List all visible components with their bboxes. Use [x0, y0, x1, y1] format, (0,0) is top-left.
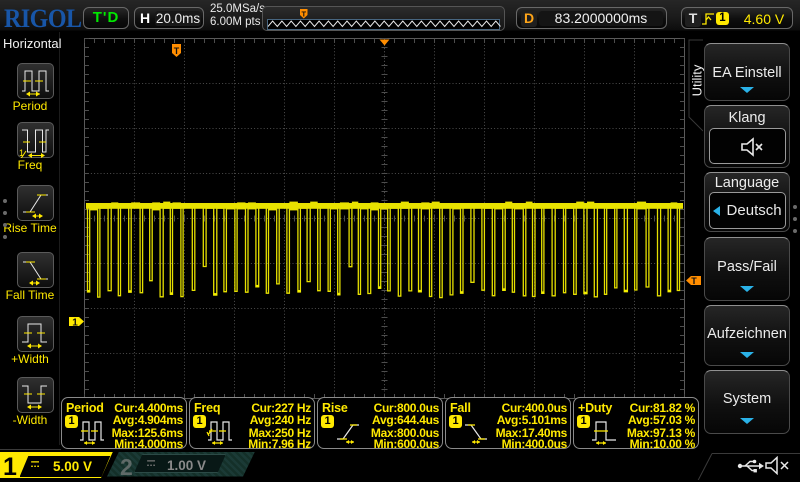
svg-text:T: T — [691, 276, 697, 286]
svg-text:1: 1 — [19, 148, 24, 158]
svg-text:T: T — [174, 46, 180, 56]
svg-text:T: T — [302, 10, 307, 19]
svg-text:1: 1 — [72, 318, 78, 329]
